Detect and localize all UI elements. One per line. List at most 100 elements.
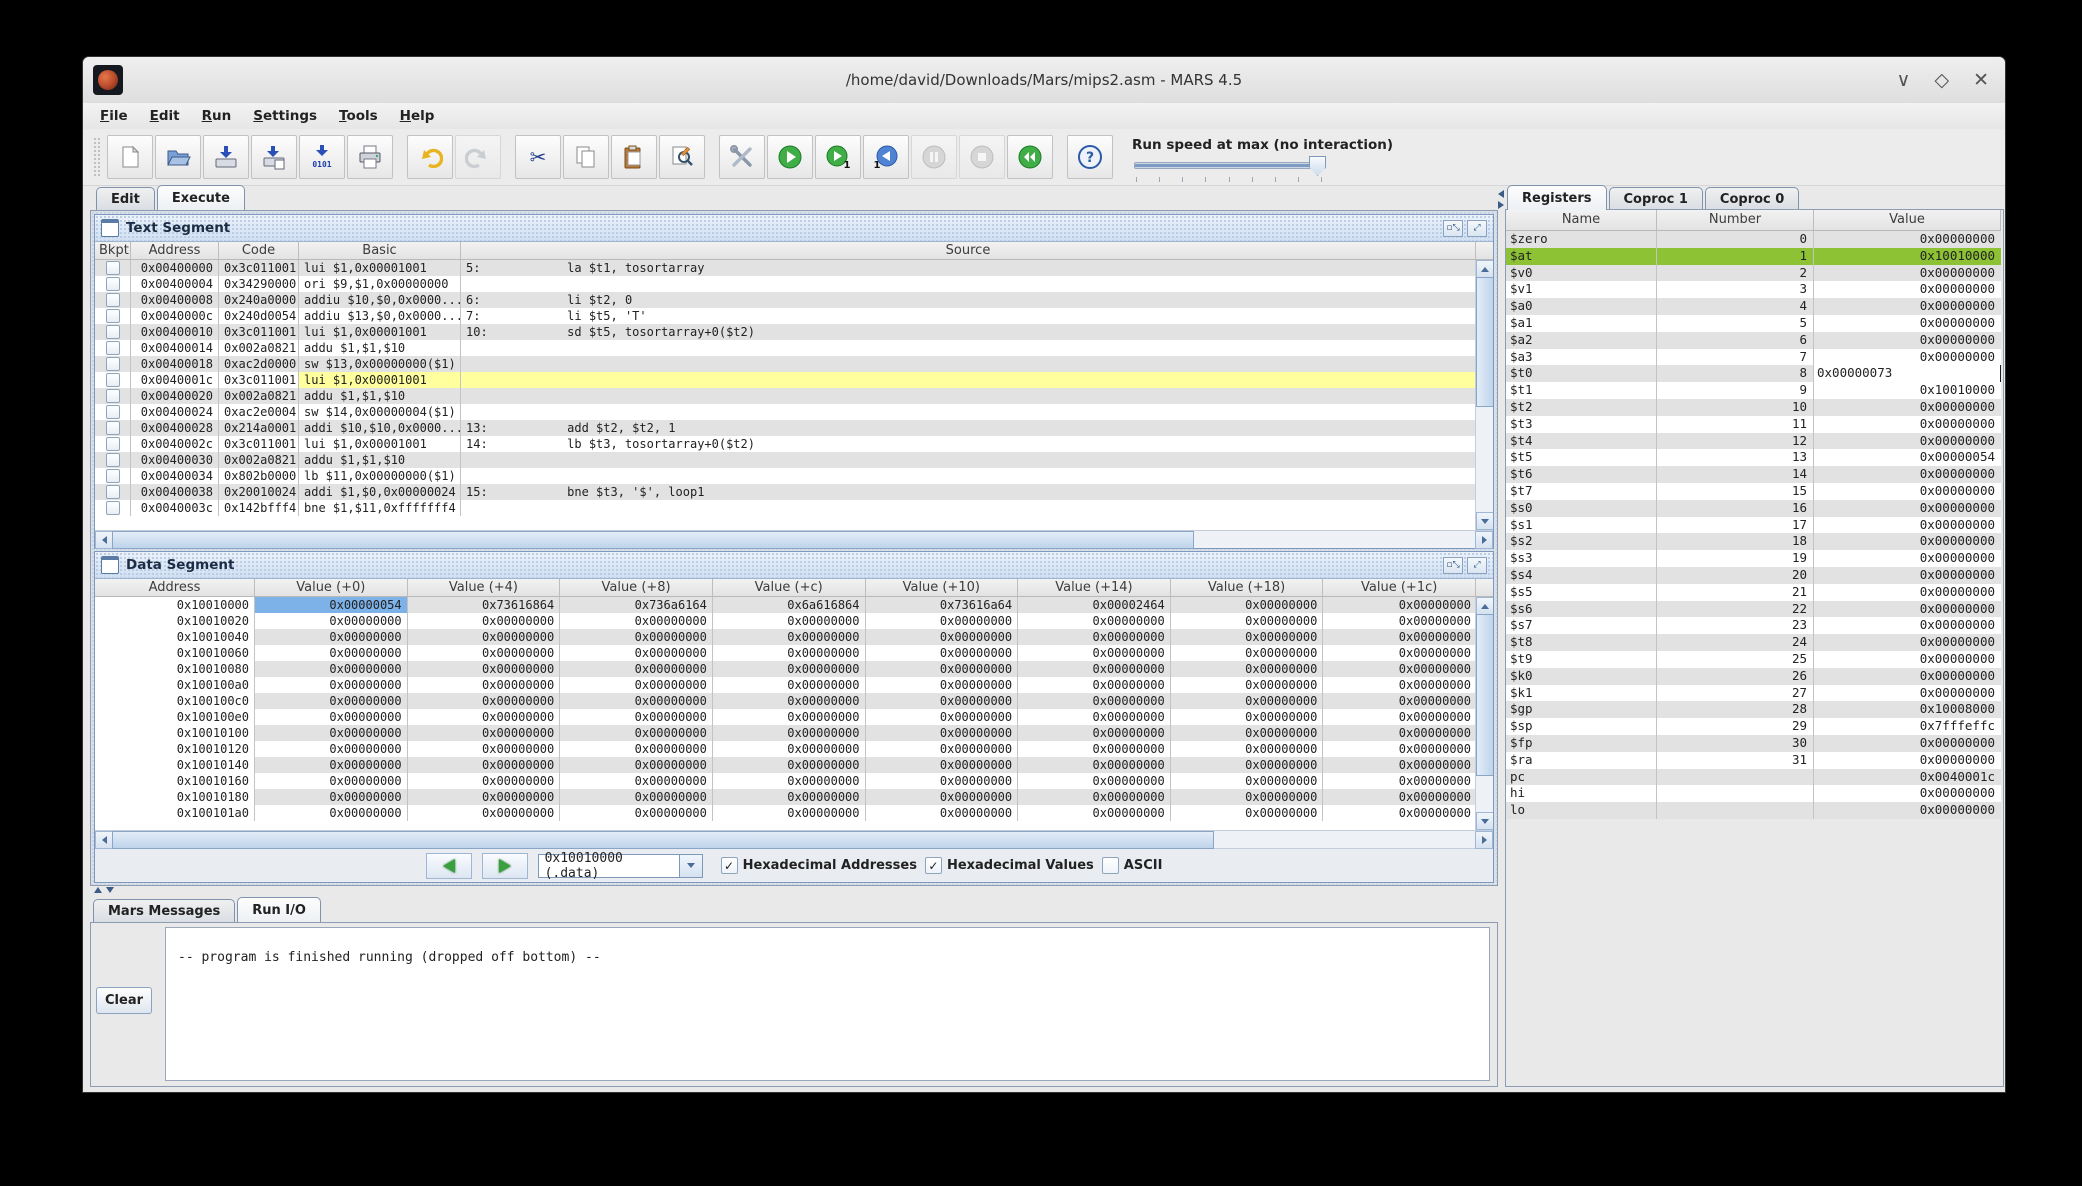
memory-value-cell[interactable]: 0x00000000: [1171, 773, 1324, 789]
memory-value-cell[interactable]: 0x00000000: [560, 677, 713, 693]
register-value[interactable]: 0x00000000: [1814, 567, 2001, 584]
save-as-button[interactable]: [251, 135, 297, 179]
register-value[interactable]: 0x00000000: [1814, 281, 2001, 298]
memory-value-cell[interactable]: 0x00000000: [560, 645, 713, 661]
memory-value-cell[interactable]: 0x00000000: [866, 741, 1019, 757]
toolbar-drag-handle[interactable]: [93, 137, 102, 177]
close-icon[interactable]: ✕: [1973, 71, 1989, 90]
maximize-frame-icon[interactable]: ⤢: [1467, 220, 1487, 237]
register-value[interactable]: 0x00000000: [1814, 517, 2001, 534]
memory-value-cell[interactable]: 0x00000000: [713, 661, 866, 677]
register-value[interactable]: 0x00000000: [1814, 584, 2001, 601]
memory-value-cell[interactable]: 0x00000000: [713, 741, 866, 757]
checkbox-box[interactable]: ✓: [721, 857, 738, 874]
memory-value-cell[interactable]: 0x00000000: [866, 613, 1019, 629]
register-value[interactable]: 0x00000000: [1814, 349, 2001, 366]
base-address-combobox[interactable]: 0x10010000 (.data): [538, 854, 703, 878]
memory-value-cell[interactable]: 0x00000000: [408, 629, 561, 645]
memory-value-cell[interactable]: 0x00000000: [1171, 645, 1324, 661]
menu-edit[interactable]: Edit: [139, 106, 191, 126]
cut-button[interactable]: ✂: [515, 135, 561, 179]
checkbox-hexadecimal-addresses[interactable]: ✓Hexadecimal Addresses: [721, 857, 917, 874]
memory-value-cell[interactable]: 0x00000000: [1018, 709, 1171, 725]
scroll-right-button[interactable]: [1475, 531, 1493, 549]
memory-value-cell[interactable]: 0x6a616864: [713, 597, 866, 613]
memory-value-cell[interactable]: 0x00000000: [1018, 773, 1171, 789]
scroll-down-button[interactable]: [1476, 512, 1493, 530]
memory-value-cell[interactable]: 0x00000000: [1171, 757, 1324, 773]
memory-value-cell[interactable]: 0x00000000: [866, 629, 1019, 645]
text-segment-titlebar[interactable]: Text Segment ▫⤡ ⤢: [95, 215, 1493, 242]
breakpoint-checkbox[interactable]: [106, 373, 120, 387]
memory-value-cell[interactable]: 0x00000000: [866, 709, 1019, 725]
memory-value-cell[interactable]: 0x00000000: [866, 773, 1019, 789]
register-value[interactable]: 0x00000000: [1814, 752, 2001, 769]
memory-value-cell[interactable]: 0x00000000: [866, 757, 1019, 773]
run-button[interactable]: [767, 135, 813, 179]
maximize-icon[interactable]: ◇: [1934, 71, 1949, 90]
memory-value-cell[interactable]: 0x00002464: [1018, 597, 1171, 613]
breakpoint-checkbox[interactable]: [106, 261, 120, 275]
breakpoint-checkbox[interactable]: [106, 293, 120, 307]
memory-value-cell[interactable]: 0x00000000: [1171, 597, 1324, 613]
memory-value-cell[interactable]: 0x00000000: [713, 693, 866, 709]
memory-value-cell[interactable]: 0x00000000: [1323, 613, 1476, 629]
menu-settings[interactable]: Settings: [242, 106, 328, 126]
memory-value-cell[interactable]: 0x00000000: [255, 709, 408, 725]
breakpoint-checkbox[interactable]: [106, 421, 120, 435]
breakpoint-checkbox[interactable]: [106, 309, 120, 323]
register-value[interactable]: 0x00000000: [1814, 298, 2001, 315]
print-button[interactable]: [347, 135, 393, 179]
memory-value-cell[interactable]: 0x00000000: [255, 773, 408, 789]
memory-value-cell[interactable]: 0x00000000: [408, 677, 561, 693]
memory-value-cell[interactable]: 0x00000000: [713, 789, 866, 805]
checkbox-box[interactable]: [1102, 857, 1119, 874]
memory-value-cell[interactable]: 0x00000000: [1323, 693, 1476, 709]
register-value[interactable]: 0x00000000: [1814, 651, 2001, 668]
memory-value-cell[interactable]: 0x00000000: [560, 789, 713, 805]
register-value[interactable]: 0x00000000: [1814, 785, 2001, 802]
tab-registers[interactable]: Registers: [1507, 185, 1607, 210]
register-value[interactable]: 0x00000000: [1814, 550, 2001, 567]
memory-value-cell[interactable]: 0x00000000: [1171, 789, 1324, 805]
splitter-collapse-left-icon[interactable]: [1498, 190, 1504, 198]
memory-value-cell[interactable]: 0x00000000: [1171, 805, 1324, 821]
next-block-button[interactable]: [482, 853, 528, 879]
memory-value-cell[interactable]: 0x00000000: [1171, 693, 1324, 709]
menu-run[interactable]: Run: [191, 106, 243, 126]
step-button[interactable]: 1: [815, 135, 861, 179]
memory-value-cell[interactable]: 0x00000000: [560, 773, 713, 789]
scrollbar-thumb[interactable]: [112, 531, 1194, 549]
iconify-icon[interactable]: ▫⤡: [1443, 557, 1463, 574]
prev-block-button[interactable]: [426, 853, 472, 879]
find-replace-button[interactable]: [659, 135, 705, 179]
register-value[interactable]: 0x00000000: [1814, 668, 2001, 685]
memory-value-cell[interactable]: 0x00000000: [408, 789, 561, 805]
register-value[interactable]: 0x10010000: [1814, 382, 2001, 399]
memory-value-cell[interactable]: 0x00000000: [255, 677, 408, 693]
breakpoint-checkbox[interactable]: [106, 389, 120, 403]
memory-value-cell[interactable]: 0x00000000: [255, 645, 408, 661]
splitter-collapse-down-icon[interactable]: [106, 887, 114, 893]
register-value[interactable]: 0x00000000: [1814, 601, 2001, 618]
data-segment-titlebar[interactable]: Data Segment ▫⤡ ⤢: [95, 552, 1493, 579]
breakpoint-checkbox[interactable]: [106, 469, 120, 483]
register-value[interactable]: 0x7fffeffc: [1814, 718, 2001, 735]
register-value[interactable]: 0x10010000: [1814, 248, 2001, 265]
memory-value-cell[interactable]: 0x00000000: [1171, 677, 1324, 693]
breakpoint-checkbox[interactable]: [106, 437, 120, 451]
memory-value-cell[interactable]: 0x00000000: [866, 805, 1019, 821]
scroll-left-button[interactable]: [95, 531, 113, 549]
memory-value-cell[interactable]: 0x00000000: [560, 693, 713, 709]
register-value[interactable]: 0x00000000: [1814, 433, 2001, 450]
iconify-icon[interactable]: ▫⤡: [1443, 220, 1463, 237]
memory-value-cell[interactable]: 0x00000000: [1018, 645, 1171, 661]
register-value[interactable]: 0x00000000: [1814, 483, 2001, 500]
memory-value-cell[interactable]: 0x00000000: [1323, 789, 1476, 805]
memory-value-cell[interactable]: 0x00000000: [1323, 629, 1476, 645]
register-value[interactable]: 0x00000000: [1814, 685, 2001, 702]
memory-value-cell[interactable]: 0x00000000: [1018, 677, 1171, 693]
memory-value-cell[interactable]: 0x00000000: [560, 805, 713, 821]
paste-button[interactable]: [611, 135, 657, 179]
new-file-button[interactable]: [107, 135, 153, 179]
